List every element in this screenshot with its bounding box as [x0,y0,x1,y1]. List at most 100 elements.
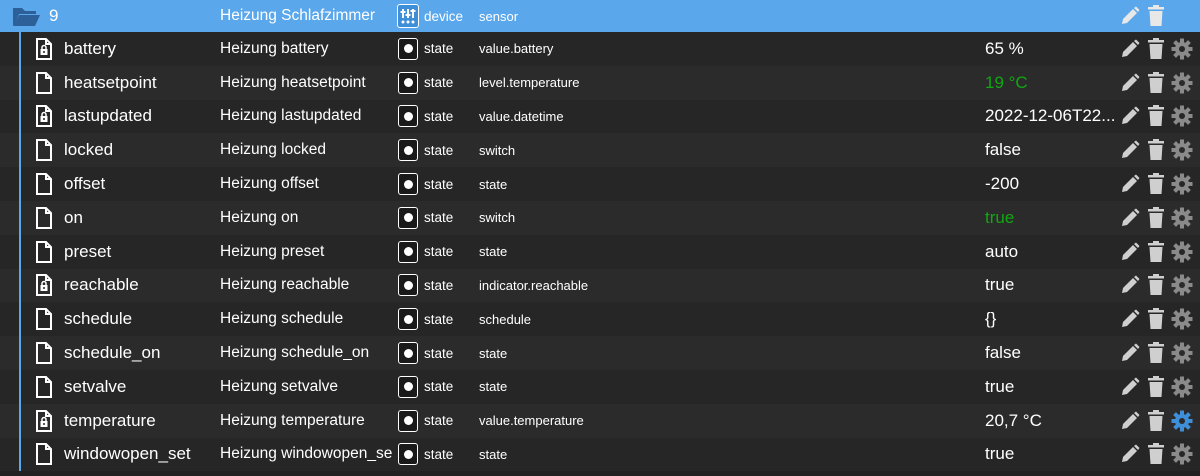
state-role: state [479,379,508,395]
tree-indent-line [19,32,21,66]
gear-icon[interactable] [1169,272,1195,298]
state-type: state [424,176,454,192]
delete-trash-icon[interactable] [1143,70,1169,96]
gear-icon[interactable] [1169,103,1195,129]
state-row-preset[interactable]: preset Heizung preset state state auto [0,234,1200,269]
device-type: device [424,8,464,24]
state-name: lastupdated [64,106,152,126]
state-actions [1117,302,1200,336]
tree-indent-line [19,201,21,235]
gear-icon[interactable] [1169,340,1195,366]
state-value[interactable]: true [985,370,1117,404]
state-value[interactable]: 20,7 °C [985,404,1117,438]
edit-pencil-icon[interactable] [1117,374,1143,400]
delete-trash-icon[interactable] [1143,306,1169,332]
state-row-heatsetpoint[interactable]: heatsetpoint Heizung heatsetpoint state … [0,65,1200,100]
edit-pencil-icon[interactable] [1117,36,1143,62]
state-name: battery [64,38,116,58]
state-description: Heizung schedule [220,310,344,328]
gear-icon[interactable] [1169,408,1195,434]
state-row-windowopen_set[interactable]: windowopen_set Heizung windowopen_set st… [0,437,1200,472]
state-row-lastupdated[interactable]: lastupdated Heizung lastupdated state va… [0,99,1200,134]
delete-trash-icon[interactable] [1143,272,1169,298]
delete-trash-icon[interactable] [1143,205,1169,231]
state-row-reachable[interactable]: reachable Heizung reachable state indica… [0,268,1200,303]
edit-pencil-icon[interactable] [1117,70,1143,96]
state-type: state [424,277,454,293]
state-name: offset [64,174,106,194]
state-row-schedule_on[interactable]: schedule_on Heizung schedule_on state st… [0,336,1200,370]
state-row-setvalve[interactable]: setvalve Heizung setvalve state state tr… [0,370,1200,404]
state-value[interactable]: 19 °C [985,66,1117,100]
gear-icon[interactable] [1169,239,1195,265]
state-actions [1117,336,1200,370]
delete-trash-icon[interactable] [1143,408,1169,434]
gear-icon[interactable] [1169,306,1195,332]
state-row-offset[interactable]: offset Heizung offset state state -200 [0,167,1200,201]
state-type-icon [396,133,420,167]
edit-pencil-icon[interactable] [1117,340,1143,366]
state-value[interactable]: true [985,438,1117,472]
state-role: value.temperature [479,413,584,429]
state-value[interactable]: {} [985,302,1117,336]
delete-trash-icon[interactable] [1143,137,1169,163]
delete-trash-icon[interactable] [1143,441,1169,467]
device-row[interactable]: 9 Heizung Schlafzimmer device sensor [0,0,1200,32]
delete-trash-icon[interactable] [1143,103,1169,129]
edit-pencil-icon[interactable] [1117,272,1143,298]
gear-icon[interactable] [1169,70,1195,96]
delete-trash-icon[interactable] [1143,171,1169,197]
state-description: Heizung preset [220,242,325,260]
edit-pencil-icon[interactable] [1117,306,1143,332]
state-name: windowopen_set [64,444,191,464]
state-value[interactable]: 65 % [985,32,1117,66]
gear-icon[interactable] [1169,137,1195,163]
delete-trash-icon[interactable] [1143,374,1169,400]
delete-trash-icon[interactable] [1143,239,1169,265]
state-actions [1117,404,1200,438]
edit-pencil-icon[interactable] [1117,239,1143,265]
tree-indent-line [19,167,21,201]
edit-pencil-icon[interactable] [1117,408,1143,434]
gear-icon[interactable] [1169,374,1195,400]
state-value[interactable]: true [985,269,1117,303]
state-role: state [479,244,508,260]
delete-trash-icon[interactable] [1143,3,1169,29]
state-type-icon [396,269,420,303]
delete-trash-icon[interactable] [1143,36,1169,62]
state-row-locked[interactable]: locked Heizung locked state switch false [0,133,1200,168]
edit-pencil-icon[interactable] [1117,205,1143,231]
gear-icon[interactable] [1169,171,1195,197]
state-type: state [424,244,454,260]
state-row-battery[interactable]: battery Heizung battery state value.batt… [0,32,1200,66]
state-value[interactable]: auto [985,235,1117,269]
state-row-schedule[interactable]: schedule Heizung schedule state schedule… [0,302,1200,337]
state-actions [1117,167,1200,201]
state-type: state [424,379,454,395]
state-row-on[interactable]: on Heizung on state switch true [0,201,1200,235]
gear-icon[interactable] [1169,36,1195,62]
state-name: temperature [64,410,156,430]
state-value[interactable]: 2022-12-06T22... [985,100,1117,134]
folder-open-icon[interactable] [10,0,42,32]
state-description: Heizung on [220,208,299,226]
state-value[interactable]: true [985,201,1117,235]
edit-pencil-icon[interactable] [1117,441,1143,467]
state-type-icon [396,370,420,404]
edit-pencil-icon[interactable] [1117,3,1143,29]
state-value[interactable]: false [985,133,1117,167]
state-type-icon [396,66,420,100]
state-description: Heizung battery [220,39,329,57]
state-actions [1117,133,1200,167]
gear-icon[interactable] [1169,441,1195,467]
delete-trash-icon[interactable] [1143,340,1169,366]
state-row-temperature[interactable]: temperature Heizung temperature state va… [0,403,1200,438]
gear-icon[interactable] [1169,205,1195,231]
edit-pencil-icon[interactable] [1117,171,1143,197]
state-role: state [479,446,508,462]
state-value[interactable]: -200 [985,167,1117,201]
edit-pencil-icon[interactable] [1117,137,1143,163]
edit-pencil-icon[interactable] [1117,103,1143,129]
state-value[interactable]: false [985,336,1117,370]
file-icon [32,336,56,370]
